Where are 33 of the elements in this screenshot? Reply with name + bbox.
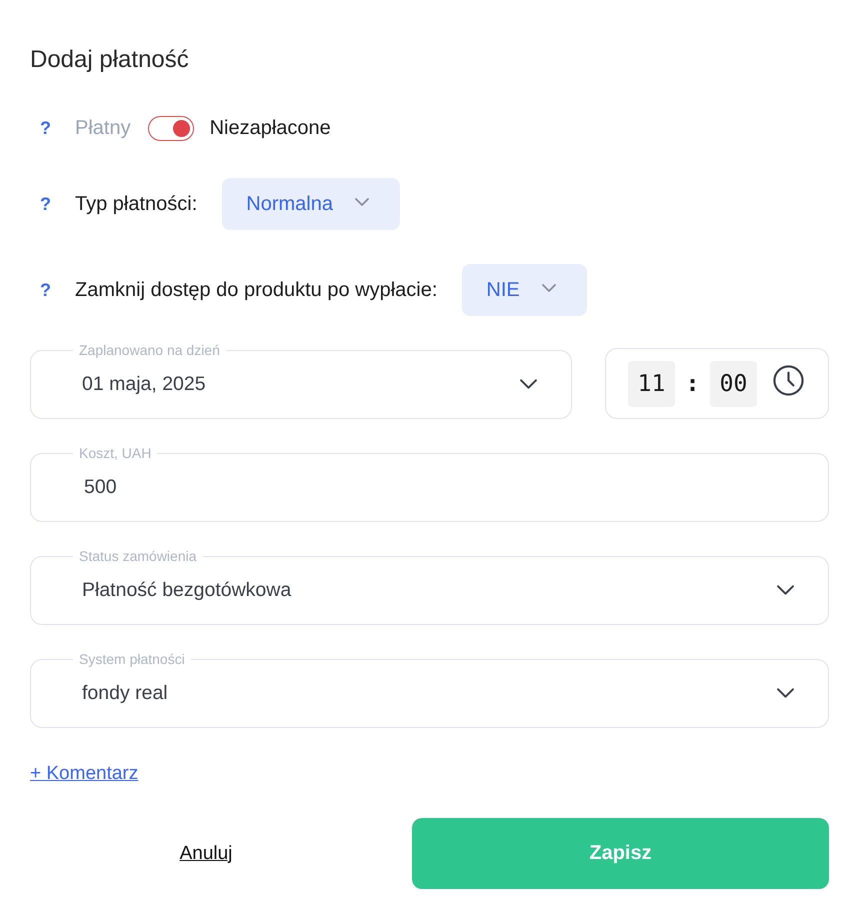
field-label: Zaplanowano na dzień (78, 342, 221, 358)
dialog-title: Dodaj płatność (30, 45, 190, 75)
help-mark[interactable]: ? (40, 194, 50, 214)
field-label: Status zamówienia (78, 548, 198, 564)
select-field[interactable]: System płatności fondy real (30, 651, 829, 728)
help-mark[interactable]: ? (40, 280, 50, 300)
switch-option-label[interactable]: Niezapłacone (210, 116, 331, 140)
chevron-down-icon (520, 379, 537, 389)
field-value: 500 (83, 476, 118, 498)
cancel-button[interactable]: Anuluj (180, 840, 232, 866)
time-separator: : (684, 370, 700, 396)
date-select[interactable]: Zaplanowano na dzień 01 maja, 2025 (30, 342, 572, 419)
select-dropdown[interactable]: Normalna (222, 178, 400, 230)
setting-label: Typ płatności: (75, 192, 198, 216)
field-value: fondy real (82, 682, 169, 704)
chevron-down-icon (777, 585, 794, 595)
date-value: 01 maja, 2025 (82, 372, 207, 396)
field-label: Koszt, UAH (78, 445, 152, 461)
chevron-down-icon (777, 688, 794, 698)
chevron-down-icon (355, 198, 369, 206)
add-comment-link[interactable]: + Komentarz (30, 763, 138, 784)
hours-field[interactable]: 11 (628, 360, 675, 406)
clock-icon[interactable] (773, 365, 804, 396)
field-label: System płatności (78, 651, 186, 667)
select-field[interactable]: Status zamówienia Płatność bezgotówkowa (30, 548, 829, 625)
field-value: Płatność bezgotówkowa (82, 578, 292, 602)
setting-label: Zamknij dostęp do produktu po wypłacie: (75, 278, 438, 302)
help-mark[interactable]: ? (40, 118, 50, 138)
input-field[interactable]: Koszt, UAH 500 (30, 445, 829, 522)
minutes-field[interactable]: 00 (710, 360, 757, 406)
toggle-switch[interactable] (148, 116, 194, 140)
chevron-down-icon (542, 284, 556, 292)
select-dropdown[interactable]: NIE (462, 264, 587, 316)
